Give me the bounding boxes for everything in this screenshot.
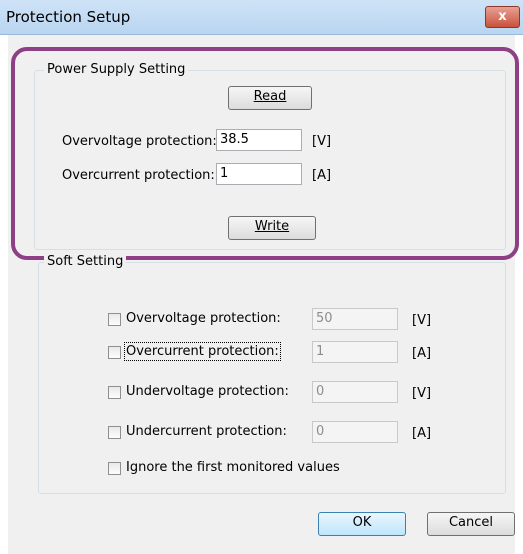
uvp-soft-label: Undervoltage protection: <box>126 384 289 399</box>
ovp-soft-input[interactable]: 50 <box>312 308 398 330</box>
uvp-soft-input[interactable]: 0 <box>312 381 398 403</box>
ucp-soft-checkbox[interactable] <box>108 426 121 439</box>
window-title: Protection Setup <box>6 8 131 26</box>
soft-setting-group-label: Soft Setting <box>44 254 127 269</box>
close-icon: x <box>498 9 507 24</box>
ovp-soft-label: Overvoltage protection: <box>126 311 281 326</box>
ocp-soft-unit: [A] <box>412 346 432 361</box>
ocp-soft-label: Overcurrent protection: <box>124 342 281 361</box>
ok-button[interactable]: OK <box>318 512 406 536</box>
ignore-first-values-checkbox[interactable] <box>108 462 121 475</box>
ignore-first-values-label: Ignore the first monitored values <box>126 460 340 475</box>
uvp-soft-checkbox[interactable] <box>108 386 121 399</box>
ovp-soft-checkbox[interactable] <box>108 313 121 326</box>
highlight-frame <box>11 47 519 260</box>
cancel-button[interactable]: Cancel <box>427 512 515 536</box>
close-button[interactable]: x <box>485 6 520 28</box>
ocp-soft-input[interactable]: 1 <box>312 341 398 363</box>
ucp-soft-input[interactable]: 0 <box>312 421 398 443</box>
ucp-soft-unit: [A] <box>412 426 432 441</box>
ovp-soft-unit: [V] <box>412 313 432 328</box>
ucp-soft-label: Undercurrent protection: <box>126 424 287 439</box>
ocp-soft-checkbox[interactable] <box>108 346 121 359</box>
title-bar: Protection Setup x <box>0 0 523 35</box>
uvp-soft-unit: [V] <box>412 386 432 401</box>
